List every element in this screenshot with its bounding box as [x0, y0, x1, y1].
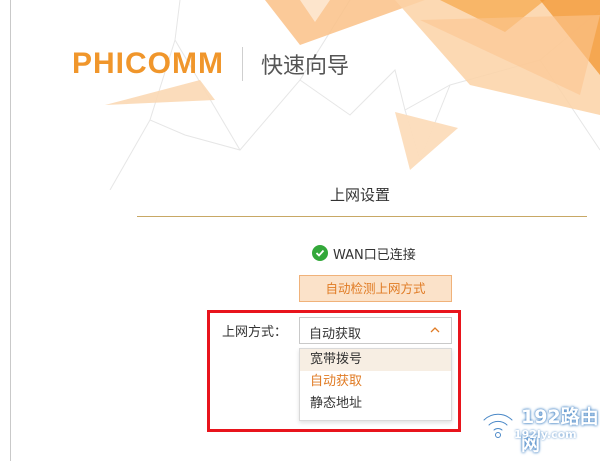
- watermark-url: 192ly.com: [514, 428, 577, 441]
- site-watermark: 192路由网 192ly.com: [476, 400, 600, 455]
- wan-status: WAN口已连接: [312, 244, 416, 263]
- wizard-title: 快速向导: [261, 54, 350, 79]
- highlight-box: [207, 310, 461, 432]
- brand-header: PHICOMM 快速向导: [72, 44, 349, 84]
- header-decoration: [105, 0, 600, 190]
- section-title: 上网设置: [329, 186, 390, 204]
- wan-status-text: WAN口已连接: [333, 247, 416, 263]
- brand-separator: [242, 47, 243, 81]
- check-circle-icon: [312, 245, 328, 261]
- section-divider: [137, 216, 587, 217]
- auto-detect-button[interactable]: 自动检测上网方式: [299, 275, 452, 302]
- phicomm-logo: PHICOMM: [72, 47, 224, 80]
- wifi-icon: [482, 412, 514, 438]
